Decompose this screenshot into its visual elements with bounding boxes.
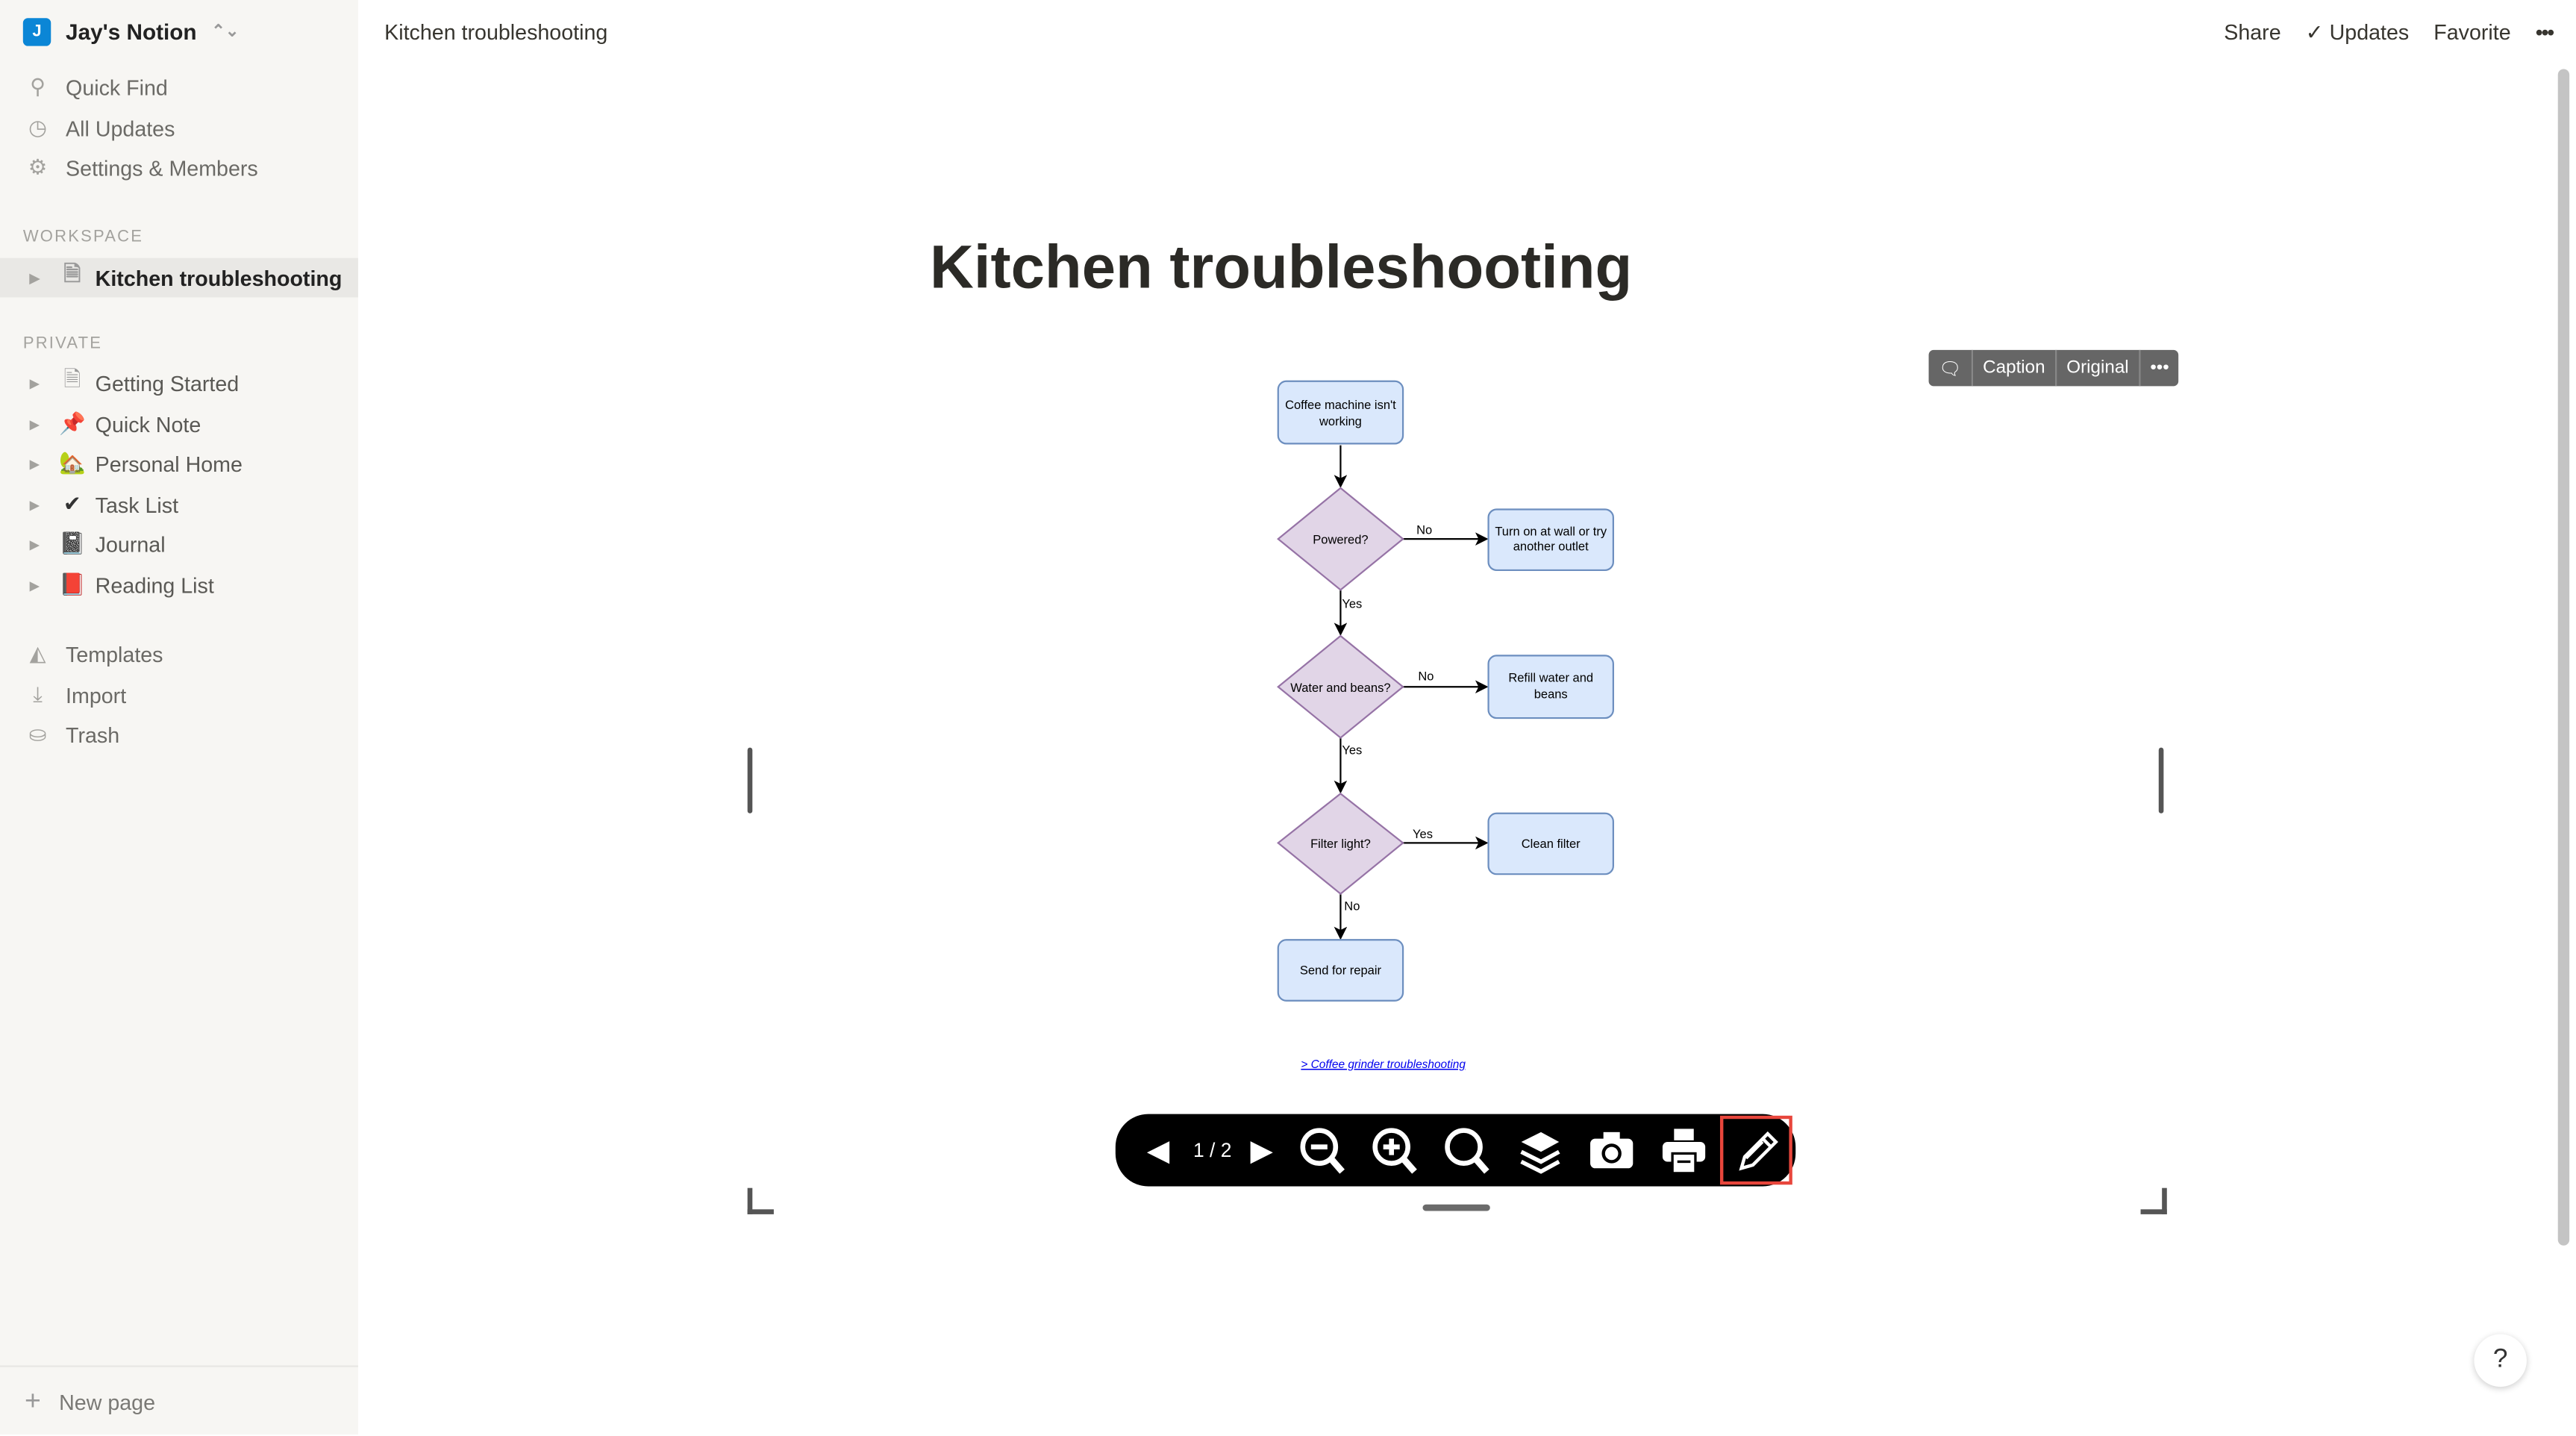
print-button[interactable] (1648, 1114, 1720, 1187)
end-label: Send for repair (1300, 964, 1382, 977)
layers-button[interactable] (1503, 1114, 1575, 1187)
flowchart: Coffee machine isn't working Powered? No… (1277, 380, 1614, 1071)
edge-label: No (1416, 523, 1432, 537)
edge-label: No (1418, 669, 1434, 683)
zoom-fit-button[interactable] (1431, 1114, 1504, 1187)
scrollbar[interactable] (2557, 69, 2570, 1246)
magnifier-icon (1445, 1128, 1489, 1174)
edge-label: No (1344, 900, 1360, 914)
edge-label: Yes (1342, 743, 1362, 757)
coffee-grinder-link[interactable]: > Coffee grinder troubleshooting (1301, 1058, 1466, 1071)
triangle-right-icon: ▶ (1250, 1132, 1273, 1166)
drag-handle[interactable] (1422, 1204, 1490, 1211)
printer-icon (1662, 1128, 1706, 1175)
viewer-toolbar: ◀ 1 / 2 ▶ (1115, 1114, 1796, 1187)
camera-icon (1590, 1131, 1634, 1169)
snapshot-button[interactable] (1575, 1114, 1648, 1187)
prev-page-button[interactable]: ◀ (1128, 1114, 1187, 1187)
pencil-icon (1739, 1131, 1778, 1171)
layers-icon (1520, 1131, 1560, 1174)
edge-label: Yes (1342, 598, 1362, 611)
action-label: beans (1534, 688, 1568, 702)
decision-label: Powered? (1313, 534, 1368, 547)
start-label-2: working (1319, 415, 1362, 428)
edit-button[interactable] (1719, 1115, 1792, 1185)
start-label-1: Coffee machine isn't (1285, 399, 1396, 412)
decision-label: Filter light? (1310, 837, 1371, 851)
start-box (1277, 380, 1404, 445)
action-label: Clean filter (1522, 837, 1581, 851)
action-label: Refill water and (1508, 672, 1593, 685)
next-page-button[interactable]: ▶ (1237, 1114, 1287, 1187)
zoom-in-icon (1372, 1128, 1417, 1174)
edge-label: Yes (1413, 828, 1433, 841)
zoom-out-button[interactable] (1287, 1114, 1359, 1187)
page-indicator: 1 / 2 (1192, 1138, 1232, 1162)
help-button[interactable]: ? (2474, 1334, 2527, 1387)
zoom-out-icon (1300, 1128, 1345, 1174)
action-label: another outlet (1513, 540, 1589, 554)
decision-label: Water and beans? (1290, 681, 1390, 695)
action-label: Turn on at wall or try (1495, 525, 1607, 539)
action-box (1487, 655, 1614, 719)
triangle-left-icon: ◀ (1146, 1132, 1170, 1166)
zoom-in-button[interactable] (1359, 1114, 1431, 1187)
